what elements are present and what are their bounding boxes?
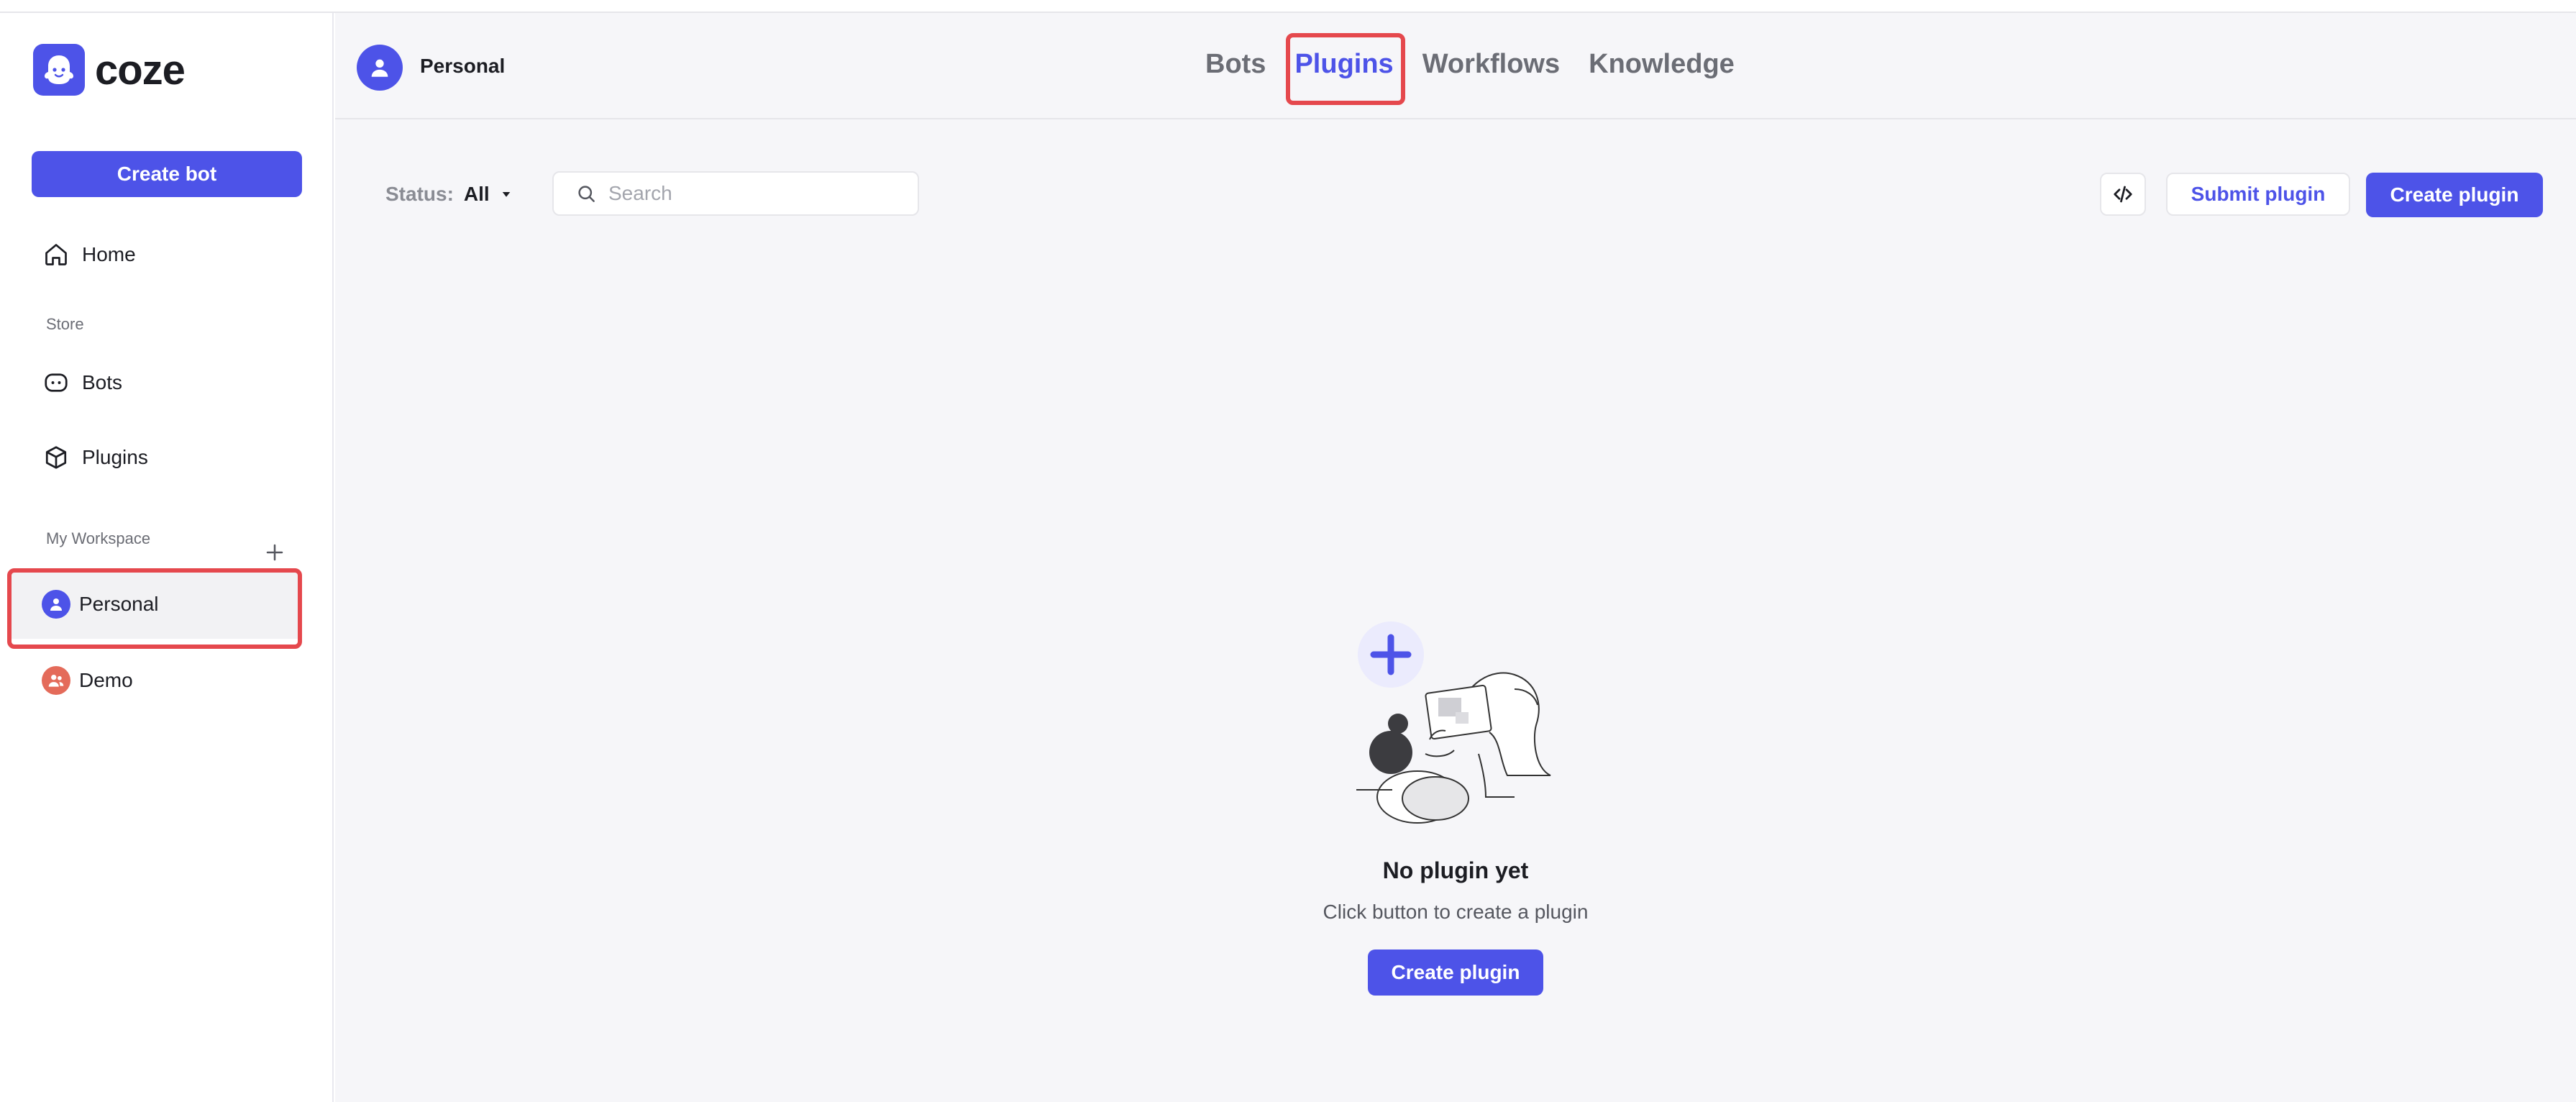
status-label: Status:: [385, 183, 454, 205]
tab-plugins[interactable]: Plugins: [1294, 49, 1393, 80]
empty-state-title: No plugin yet: [1382, 857, 1529, 883]
workspace-section-label: My Workspace: [46, 529, 151, 547]
code-button[interactable]: [2100, 173, 2146, 216]
status-filter[interactable]: Status: All: [385, 183, 513, 206]
status-value: All: [463, 183, 490, 205]
top-header: Personal Bots Plugins Workflows Knowledg…: [335, 13, 2576, 119]
sidebar-item-label: Plugins: [82, 446, 148, 468]
user-icon: [42, 590, 70, 619]
bot-icon: [45, 373, 68, 392]
coze-logo-icon: [33, 44, 85, 96]
user-avatar-icon[interactable]: [357, 45, 403, 91]
plus-icon: [266, 544, 283, 561]
caret-down-icon: [502, 192, 510, 197]
sidebar-item-store-plugins[interactable]: Plugins: [32, 432, 302, 483]
sidebar-item-label: Bots: [82, 371, 123, 393]
workspace-item-personal[interactable]: Personal: [10, 570, 298, 639]
sidebar-item-store-bots[interactable]: Bots: [32, 357, 302, 409]
submit-plugin-button[interactable]: Submit plugin: [2166, 173, 2350, 216]
create-bot-button[interactable]: Create bot: [32, 151, 302, 197]
tab-workflows[interactable]: Workflows: [1422, 49, 1560, 80]
search-box: [552, 171, 919, 216]
create-plugin-button[interactable]: Create plugin: [2366, 173, 2543, 217]
window-top-edge: [0, 0, 2576, 13]
app-logo[interactable]: coze: [33, 42, 186, 98]
store-section-label: Store: [46, 315, 84, 333]
empty-plugin-illustration: [1356, 621, 1551, 824]
empty-state-subtitle: Click button to create a plugin: [1323, 901, 1589, 923]
code-icon: [2114, 186, 2132, 203]
main-content: Personal Bots Plugins Workflows Knowledg…: [335, 13, 2576, 1102]
empty-state-create-plugin-button[interactable]: Create plugin: [1368, 950, 1543, 996]
add-workspace-button[interactable]: [260, 538, 289, 567]
search-icon: [578, 186, 595, 202]
logo-text: coze: [95, 46, 186, 94]
workspace-label: Demo: [79, 669, 133, 691]
cube-icon: [45, 446, 67, 469]
workspace-tabs: Bots Plugins Workflows Knowledge: [1205, 49, 1735, 80]
search-input[interactable]: [608, 182, 896, 205]
home-icon: [45, 244, 67, 265]
workspace-item-demo[interactable]: Demo: [10, 646, 298, 715]
tab-knowledge[interactable]: Knowledge: [1589, 49, 1735, 80]
sidebar-item-home[interactable]: Home: [32, 229, 302, 281]
sidebar-item-label: Home: [82, 243, 136, 265]
workspace-label: Personal: [79, 593, 159, 615]
team-icon: [42, 666, 70, 695]
space-name: Personal: [420, 55, 506, 77]
sidebar: coze Create bot Home Store Bots Plugins …: [0, 13, 334, 1102]
tab-bots[interactable]: Bots: [1205, 49, 1266, 80]
